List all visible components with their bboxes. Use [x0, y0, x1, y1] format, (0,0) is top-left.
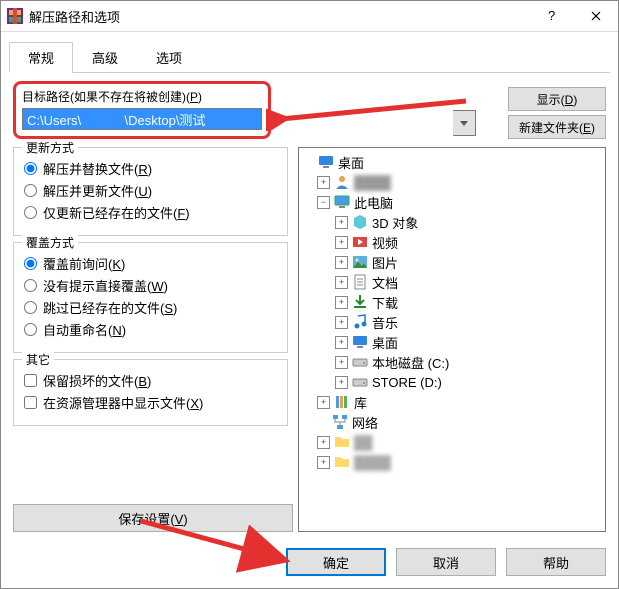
folder-tree[interactable]: 桌面 + ████ − 此电脑 +3D 对象 +视频 +图片 +文档 +下载 +… [298, 147, 606, 532]
footer: 确定 取消 帮助 [1, 536, 618, 588]
ok-button[interactable]: 确定 [286, 548, 386, 576]
cancel-button[interactable]: 取消 [396, 548, 496, 576]
display-button[interactable]: 显示(D) [508, 87, 606, 111]
save-settings-button[interactable]: 保存设置(V) [13, 504, 293, 532]
folder-icon [334, 454, 350, 470]
collapse-icon[interactable]: − [317, 196, 330, 209]
radio-skip-existing-input[interactable] [24, 301, 37, 314]
group-title-overwrite: 覆盖方式 [22, 234, 78, 251]
tree-video[interactable]: 视频 [372, 233, 398, 252]
radio-auto-rename-input[interactable] [24, 323, 37, 336]
tree-user[interactable]: ████ [354, 175, 391, 190]
tab-options[interactable]: 选项 [137, 42, 201, 72]
group-overwrite-mode: 覆盖方式 覆盖前询问(K) 没有提示直接覆盖(W) 跳过已经存在的文件(S) [13, 242, 288, 353]
drive-icon [352, 354, 368, 370]
library-icon [334, 394, 350, 410]
side-buttons: 显示(D) 新建文件夹(E) [508, 87, 606, 139]
desktop-icon [318, 154, 334, 170]
folder-icon [334, 434, 350, 450]
radio-extract-replace[interactable]: 解压并替换文件(R) [24, 159, 277, 178]
help-button[interactable]: ? [528, 1, 573, 31]
new-folder-button[interactable]: 新建文件夹(E) [508, 115, 606, 139]
left-column: 更新方式 解压并替换文件(R) 解压并更新文件(U) 仅更新已经存在的文件(F) [13, 147, 288, 532]
app-icon [7, 8, 23, 24]
music-icon [352, 314, 368, 330]
download-icon [352, 294, 368, 310]
desktop-icon [352, 334, 368, 350]
tree-cdrive[interactable]: 本地磁盘 (C:) [372, 353, 449, 372]
tabs: 常规 高级 选项 [9, 42, 610, 73]
video-icon [352, 234, 368, 250]
content: 目标路径(如果不存在将被创建)(P) 显示(D) 新建文件夹(E) [1, 73, 618, 536]
user-icon [334, 174, 350, 190]
top-row: 目标路径(如果不存在将被创建)(P) 显示(D) 新建文件夹(E) [13, 81, 606, 139]
cube-icon [352, 214, 368, 230]
svg-text:?: ? [548, 9, 555, 23]
expand-icon[interactable]: + [317, 176, 330, 189]
group-update-mode: 更新方式 解压并替换文件(R) 解压并更新文件(U) 仅更新已经存在的文件(F) [13, 147, 288, 236]
group-title-update: 更新方式 [22, 139, 78, 156]
dialog-window: 解压路径和选项 ? 常规 高级 选项 目标路径(如果不存在将被创建)(P) [0, 0, 619, 589]
radio-auto-rename[interactable]: 自动重命名(N) [24, 320, 277, 339]
tab-advanced[interactable]: 高级 [73, 42, 137, 72]
check-keep-broken-input[interactable] [24, 374, 37, 387]
window-title: 解压路径和选项 [29, 7, 528, 26]
computer-icon [334, 194, 350, 210]
picture-icon [352, 254, 368, 270]
close-button[interactable] [573, 1, 618, 31]
tree-downloads[interactable]: 下载 [372, 293, 398, 312]
radio-ask-before[interactable]: 覆盖前询问(K) [24, 254, 277, 273]
columns: 更新方式 解压并替换文件(R) 解压并更新文件(U) 仅更新已经存在的文件(F) [13, 147, 606, 532]
radio-overwrite-noask-input[interactable] [24, 279, 37, 292]
radio-overwrite-noask[interactable]: 没有提示直接覆盖(W) [24, 276, 277, 295]
radio-ask-before-input[interactable] [24, 257, 37, 270]
radio-extract-update[interactable]: 解压并更新文件(U) [24, 181, 277, 200]
check-show-in-explorer-input[interactable] [24, 396, 37, 409]
check-show-in-explorer[interactable]: 在资源管理器中显示文件(X) [24, 393, 277, 412]
tree-ddrive[interactable]: STORE (D:) [372, 375, 442, 390]
group-title-misc: 其它 [22, 351, 54, 368]
tree-desktop[interactable]: 桌面 [338, 153, 364, 172]
titlebar: 解压路径和选项 ? [1, 1, 618, 32]
tree-desk2[interactable]: 桌面 [372, 333, 398, 352]
tree-thispc[interactable]: 此电脑 [354, 193, 393, 212]
group-misc: 其它 保留损坏的文件(B) 在资源管理器中显示文件(X) [13, 359, 288, 426]
radio-update-existing-input[interactable] [24, 206, 37, 219]
document-icon [352, 274, 368, 290]
radio-update-existing[interactable]: 仅更新已经存在的文件(F) [24, 203, 277, 222]
drive-icon [352, 374, 368, 390]
tree-lib[interactable]: 库 [354, 393, 367, 412]
path-highlighted-block: 目标路径(如果不存在将被创建)(P) [13, 81, 271, 139]
radio-extract-update-input[interactable] [24, 184, 37, 197]
tree-folder-blur1[interactable]: ██ [354, 435, 372, 450]
save-row: 保存设置(V) [13, 504, 288, 532]
tree-network[interactable]: 网络 [352, 413, 378, 432]
tree-3d[interactable]: 3D 对象 [372, 213, 418, 232]
check-keep-broken[interactable]: 保留损坏的文件(B) [24, 371, 277, 390]
tree-folder-blur2[interactable]: ████ [354, 455, 391, 470]
tree-pictures[interactable]: 图片 [372, 253, 398, 272]
help-footer-button[interactable]: 帮助 [506, 548, 606, 576]
radio-skip-existing[interactable]: 跳过已经存在的文件(S) [24, 298, 277, 317]
tree-docs[interactable]: 文档 [372, 273, 398, 292]
network-icon [332, 414, 348, 430]
path-input[interactable] [22, 108, 262, 130]
tab-general[interactable]: 常规 [9, 42, 73, 73]
path-dropdown-icon[interactable] [453, 110, 476, 136]
tree-music[interactable]: 音乐 [372, 313, 398, 332]
path-label: 目标路径(如果不存在将被创建)(P) [22, 88, 262, 105]
radio-extract-replace-input[interactable] [24, 162, 37, 175]
